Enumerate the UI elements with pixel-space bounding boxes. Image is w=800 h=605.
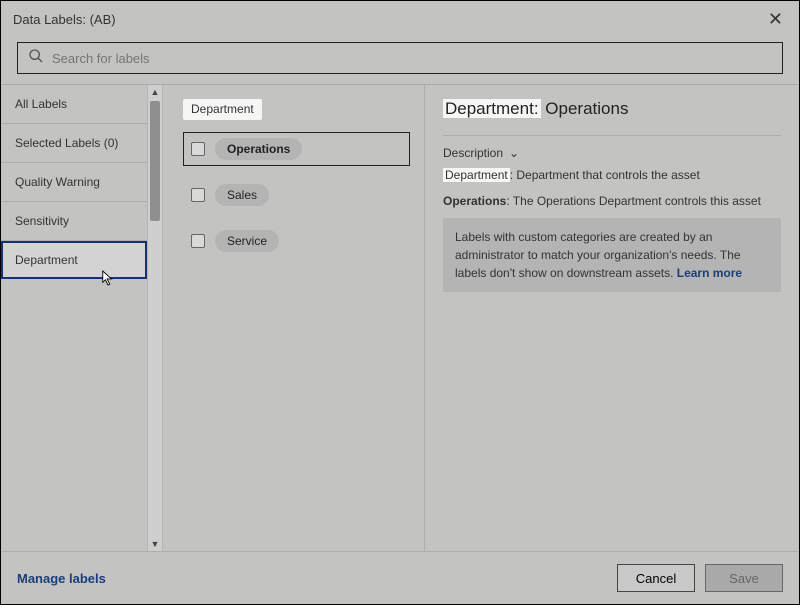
sidebar-item-all-labels[interactable]: All Labels <box>1 85 147 124</box>
sidebar-item-label: Department <box>15 253 78 267</box>
save-button[interactable]: Save <box>705 564 783 592</box>
cursor-icon <box>101 269 115 287</box>
search-icon <box>28 48 44 69</box>
description-line-2: Operations: The Operations Department co… <box>443 192 781 210</box>
label-list-panel: Department Operations Sales Service <box>163 85 425 551</box>
category-chip: Department <box>183 99 262 120</box>
label-pill: Service <box>215 230 279 252</box>
scroll-thumb[interactable] <box>150 101 160 221</box>
data-labels-dialog: Data Labels: (AB) ✕ All Labels Selected … <box>0 0 800 605</box>
search-row <box>1 38 799 84</box>
detail-title-value: Operations <box>545 99 628 118</box>
sidebar-item-department[interactable]: Department <box>1 241 147 279</box>
close-icon[interactable]: ✕ <box>764 9 787 30</box>
dialog-body: All Labels Selected Labels (0) Quality W… <box>1 84 799 551</box>
detail-panel: Department: Operations Description ⌄ Dep… <box>425 85 799 551</box>
sidebar-item-selected-labels[interactable]: Selected Labels (0) <box>1 124 147 163</box>
label-row-sales[interactable]: Sales <box>183 178 410 212</box>
sidebar-scrollbar[interactable]: ▲ ▼ <box>147 85 163 551</box>
info-box: Labels with custom categories are create… <box>443 218 781 292</box>
desc-term: Department <box>443 168 510 182</box>
dialog-title: Data Labels: (AB) <box>13 12 116 27</box>
learn-more-link[interactable]: Learn more <box>677 266 742 280</box>
description-line-1: Department: Department that controls the… <box>443 166 781 184</box>
search-box[interactable] <box>17 42 783 74</box>
checkbox-operations[interactable] <box>191 142 205 156</box>
label-pill: Sales <box>215 184 269 206</box>
detail-title-prefix: Department: <box>443 99 541 118</box>
checkbox-service[interactable] <box>191 234 205 248</box>
desc-term: Operations <box>443 194 506 208</box>
description-toggle-label: Description <box>443 146 503 160</box>
desc-text: : Department that controls the asset <box>510 168 700 182</box>
cancel-button[interactable]: Cancel <box>617 564 695 592</box>
divider <box>443 135 781 136</box>
desc-text: : The Operations Department controls thi… <box>506 194 761 208</box>
scroll-up-icon[interactable]: ▲ <box>151 85 160 99</box>
sidebar-item-sensitivity[interactable]: Sensitivity <box>1 202 147 241</box>
chevron-down-icon: ⌄ <box>509 146 519 160</box>
titlebar: Data Labels: (AB) ✕ <box>1 1 799 38</box>
search-input[interactable] <box>52 51 772 66</box>
label-row-operations[interactable]: Operations <box>183 132 410 166</box>
footer: Manage labels Cancel Save <box>1 551 799 604</box>
label-pill: Operations <box>215 138 302 160</box>
scroll-down-icon[interactable]: ▼ <box>151 537 160 551</box>
sidebar: All Labels Selected Labels (0) Quality W… <box>1 85 147 551</box>
description-toggle[interactable]: Description ⌄ <box>443 146 781 160</box>
manage-labels-link[interactable]: Manage labels <box>17 571 106 586</box>
detail-title: Department: Operations <box>443 99 781 119</box>
sidebar-item-quality-warning[interactable]: Quality Warning <box>1 163 147 202</box>
label-row-service[interactable]: Service <box>183 224 410 258</box>
checkbox-sales[interactable] <box>191 188 205 202</box>
